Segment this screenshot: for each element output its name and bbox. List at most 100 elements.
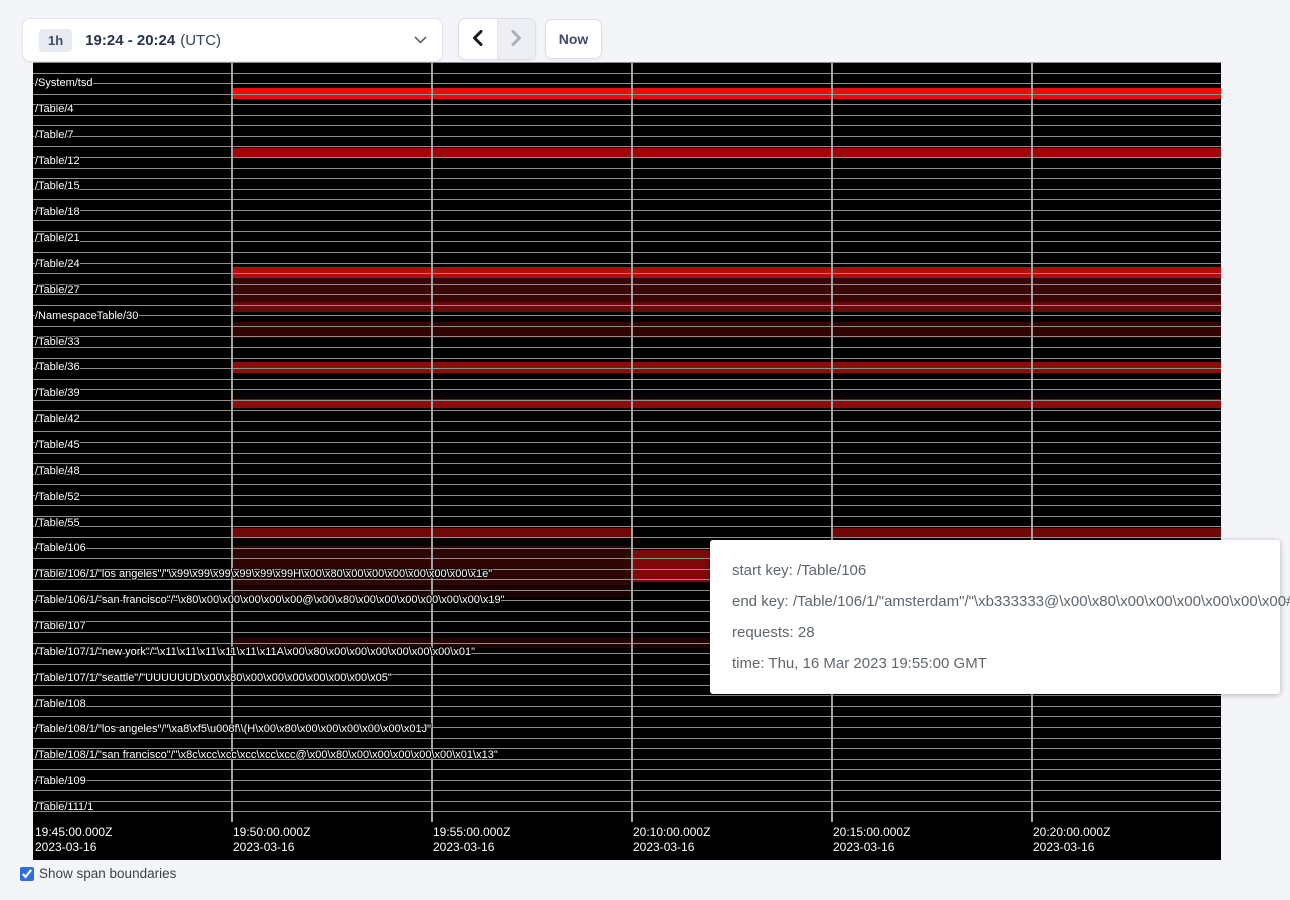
tooltip-line: start key: /Table/106 — [732, 562, 1258, 579]
key-span-label: /Table/106/1/"san francisco"/"\x80\x00\x… — [35, 594, 505, 606]
key-span-label: /Table/108/1/"los angeles"/"\xa8\xf5\u00… — [35, 723, 431, 735]
span-boundary-line — [33, 526, 1221, 527]
span-boundary-line — [33, 252, 1221, 253]
span-boundary-line — [33, 738, 1221, 739]
key-span-label: /Table/42 — [35, 413, 80, 425]
key-span-label: /Table/109 — [35, 775, 86, 787]
span-boundary-line — [33, 104, 1221, 105]
chevron-left-icon — [472, 30, 483, 49]
span-boundary-line — [33, 220, 1221, 221]
key-span-label: /Table/4 — [35, 103, 74, 115]
tooltip-line: requests: 28 — [732, 624, 1258, 641]
time-range-select[interactable]: 1h 19:24 - 20:24 (UTC) — [22, 18, 443, 62]
time-gridline — [1031, 62, 1033, 822]
axis-tick-date: 2023-03-16 — [433, 840, 510, 855]
span-boundary-line — [33, 273, 1221, 274]
span-boundary-line — [33, 537, 1221, 538]
key-span-label: /Table/108 — [35, 698, 86, 710]
span-boundary-line — [33, 157, 1221, 158]
span-boundary-line — [33, 326, 1221, 327]
hot-range-band[interactable] — [231, 302, 1221, 312]
span-boundary-line — [33, 463, 1221, 464]
key-span-label: /Table/107/1/"new york"/"\x11\x11\x11\x1… — [35, 646, 475, 658]
span-boundary-line — [33, 516, 1221, 517]
span-boundary-line — [33, 484, 1221, 485]
key-span-label: /Table/111/1 — [35, 801, 93, 813]
chevron-down-icon — [414, 36, 427, 44]
span-boundary-line — [33, 263, 1221, 264]
key-span-label: /Table/24 — [35, 258, 80, 270]
span-boundary-line — [33, 389, 1221, 390]
heatmap-plot-area[interactable]: /System/tsd/Table/4/Table/7/Table/12/Tab… — [33, 62, 1221, 822]
axis-tick-time: 19:55:00.000Z — [433, 825, 510, 840]
axis-tick-label: 20:15:00.000Z2023-03-16 — [833, 825, 910, 855]
span-boundary-line — [33, 811, 1221, 812]
span-boundary-line — [33, 94, 1221, 95]
axis-tick-time: 20:10:00.000Z — [633, 825, 710, 840]
tooltip-line: time: Thu, 16 Mar 2023 19:55:00 GMT — [732, 655, 1258, 672]
span-boundary-line — [33, 73, 1221, 74]
key-span-label: /Table/55 — [35, 517, 80, 529]
span-boundary-line — [33, 136, 1221, 137]
key-span-label: /Table/36 — [35, 361, 80, 373]
key-span-label: /Table/15 — [35, 180, 80, 192]
span-boundary-line — [33, 431, 1221, 432]
footer-controls: Show span boundaries — [20, 866, 176, 881]
span-boundary-line — [33, 716, 1221, 717]
key-span-label: /Table/7 — [35, 129, 74, 141]
next-range-button[interactable] — [497, 19, 536, 59]
axis-tick-label: 20:10:00.000Z2023-03-16 — [633, 825, 710, 855]
axis-tick-time: 20:15:00.000Z — [833, 825, 910, 840]
span-boundary-line — [33, 505, 1221, 506]
time-range-label: 19:24 - 20:24 — [85, 32, 175, 49]
key-span-label: /Table/33 — [35, 336, 80, 348]
span-boundary-line — [33, 379, 1221, 380]
key-span-label: /Table/18 — [35, 206, 80, 218]
span-boundary-line — [33, 83, 1221, 84]
key-visualizer-canvas[interactable]: /System/tsd/Table/4/Table/7/Table/12/Tab… — [33, 62, 1221, 860]
show-span-boundaries-checkbox[interactable] — [20, 867, 34, 881]
hover-tooltip: start key: /Table/106 end key: /Table/106… — [710, 540, 1280, 694]
span-boundary-line — [33, 695, 1221, 696]
span-boundary-line — [33, 62, 1221, 63]
axis-tick-label: 19:55:00.000Z2023-03-16 — [433, 825, 510, 855]
time-gridline — [431, 62, 433, 822]
hot-range-band[interactable] — [231, 278, 1221, 302]
axis-tick-date: 2023-03-16 — [35, 840, 112, 855]
axis-tick-label: 19:50:00.000Z2023-03-16 — [233, 825, 310, 855]
span-boundary-line — [33, 199, 1221, 200]
time-range-nav — [458, 18, 536, 60]
span-boundary-line — [33, 790, 1221, 791]
axis-tick-time: 19:45:00.000Z — [35, 825, 112, 840]
span-boundary-line — [33, 347, 1221, 348]
span-boundary-line — [33, 801, 1221, 802]
axis-tick-time: 19:50:00.000Z — [233, 825, 310, 840]
span-boundary-line — [33, 294, 1221, 295]
show-span-boundaries-label: Show span boundaries — [39, 866, 176, 881]
span-boundary-line — [33, 305, 1221, 306]
span-boundary-line — [33, 706, 1221, 707]
now-button[interactable]: Now — [545, 19, 602, 59]
time-gridline — [831, 62, 833, 822]
axis-tick-time: 20:20:00.000Z — [1033, 825, 1110, 840]
axis-tick-date: 2023-03-16 — [233, 840, 310, 855]
axis-tick-date: 2023-03-16 — [833, 840, 910, 855]
time-gridline — [631, 62, 633, 822]
span-boundary-line — [33, 410, 1221, 411]
prev-range-button[interactable] — [459, 19, 497, 59]
key-span-label: /Table/48 — [35, 465, 80, 477]
duration-badge: 1h — [39, 29, 72, 52]
span-boundary-line — [33, 210, 1221, 211]
span-boundary-line — [33, 178, 1221, 179]
axis-tick-label: 20:20:00.000Z2023-03-16 — [1033, 825, 1110, 855]
key-span-label: /Table/107/1/"seattle"/"UUUUUUD\x00\x80\… — [35, 672, 392, 684]
span-boundary-line — [33, 189, 1221, 190]
span-boundary-line — [33, 168, 1221, 169]
key-span-label: /Table/21 — [35, 232, 80, 244]
span-boundary-line — [33, 442, 1221, 443]
key-span-label: /Table/52 — [35, 491, 80, 503]
span-boundary-line — [33, 474, 1221, 475]
tooltip-line: end key: /Table/106/1/"amsterdam"/"\xb33… — [732, 593, 1258, 610]
key-span-label: /Table/106 — [35, 542, 86, 554]
time-axis: 19:45:00.000Z2023-03-1619:50:00.000Z2023… — [33, 822, 1221, 860]
